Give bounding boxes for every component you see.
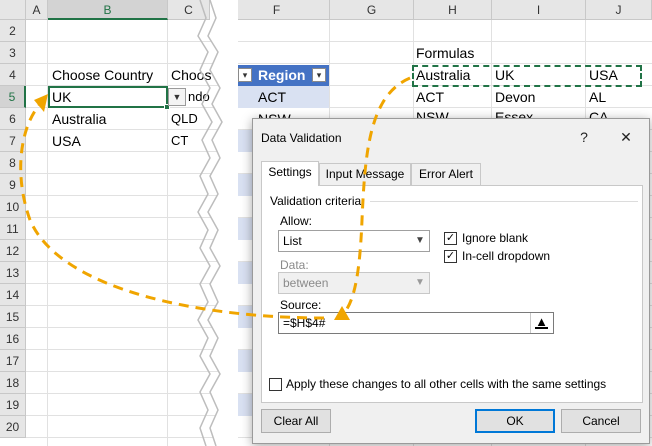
help-icon[interactable]: ? <box>571 125 597 149</box>
row-header[interactable]: 18 <box>0 372 26 394</box>
select-all-corner[interactable] <box>0 0 26 20</box>
in-cell-dropdown-label[interactable]: In-cell dropdown <box>462 249 550 263</box>
cell-h5[interactable]: ACT <box>416 86 444 108</box>
column-header-f[interactable]: F <box>224 0 330 20</box>
row-header[interactable]: 7 <box>0 130 26 152</box>
allow-select[interactable]: List ▼ <box>278 230 430 252</box>
data-validation-dialog: Data Validation ? ✕ Settings Input Messa… <box>252 118 650 444</box>
column-header-g[interactable]: G <box>330 0 414 20</box>
active-cell-b5[interactable]: UK <box>48 86 170 110</box>
row-header[interactable]: 3 <box>0 42 26 64</box>
chevron-down-icon: ▼ <box>415 235 425 246</box>
cell-b6[interactable]: Australia <box>52 108 106 130</box>
cell-f5[interactable]: ACT <box>258 86 286 108</box>
cell-c7[interactable]: CT <box>171 130 188 152</box>
torn-edge-divider <box>197 0 238 446</box>
row-header[interactable]: 10 <box>0 196 26 218</box>
row-header[interactable]: 17 <box>0 350 26 372</box>
ignore-blank-label[interactable]: Ignore blank <box>462 231 528 245</box>
row-header[interactable]: 16 <box>0 328 26 350</box>
apply-to-all-label[interactable]: Apply these changes to all other cells w… <box>286 377 606 391</box>
row-header[interactable]: 15 <box>0 306 26 328</box>
tab-error-alert[interactable]: Error Alert <box>411 163 481 185</box>
column-header-i[interactable]: I <box>492 0 586 20</box>
tab-input-message[interactable]: Input Message <box>319 163 411 185</box>
ok-button[interactable]: OK <box>475 409 555 433</box>
row-header[interactable]: 12 <box>0 240 26 262</box>
cell-c6[interactable]: QLD <box>171 108 198 130</box>
table-header-label: Region <box>258 67 306 83</box>
cell-b7[interactable]: USA <box>52 130 81 152</box>
settings-panel: Validation criteria Allow: List ▼ ✓ Igno… <box>261 185 643 403</box>
validation-criteria-label: Validation criteria <box>270 194 362 208</box>
column-header-b[interactable]: B <box>48 0 168 20</box>
row-header[interactable]: 19 <box>0 394 26 416</box>
cell-j4[interactable]: USA <box>589 64 618 86</box>
cell-b5-value: UK <box>52 89 72 105</box>
cell-i4[interactable]: UK <box>495 64 514 86</box>
clear-all-button[interactable]: Clear All <box>261 409 331 433</box>
ignore-blank-checkbox[interactable]: ✓ <box>444 232 457 245</box>
row-header-selected[interactable]: 5 <box>0 86 26 108</box>
row-header[interactable]: 9 <box>0 174 26 196</box>
collapse-range-glyph: ▲ <box>535 314 548 329</box>
column-header-h[interactable]: H <box>414 0 492 20</box>
close-icon[interactable]: ✕ <box>613 125 639 149</box>
cancel-button[interactable]: Cancel <box>561 409 641 433</box>
in-cell-dropdown-button[interactable]: ▼ <box>168 88 186 106</box>
row-header[interactable]: 6 <box>0 108 26 130</box>
allow-select-value: List <box>283 234 302 248</box>
dialog-title: Data Validation <box>261 131 342 145</box>
cell-j5[interactable]: AL <box>589 86 606 108</box>
data-select: between ▼ <box>278 272 430 294</box>
cell-b4[interactable]: Choose Country <box>52 64 153 86</box>
in-cell-dropdown-checkbox[interactable]: ✓ <box>444 250 457 263</box>
row-header[interactable]: 13 <box>0 262 26 284</box>
data-label: Data: <box>280 258 309 272</box>
row-header[interactable]: 20 <box>0 416 26 438</box>
arrowhead-dropdown <box>34 94 48 112</box>
apply-to-all-checkbox[interactable] <box>269 378 282 391</box>
column-header-a[interactable]: A <box>26 0 48 20</box>
column-header-j[interactable]: J <box>586 0 652 20</box>
row-header[interactable]: 2 <box>0 20 26 42</box>
cell-i5[interactable]: Devon <box>495 86 535 108</box>
source-label: Source: <box>280 298 322 312</box>
row-header[interactable]: 4 <box>0 64 26 86</box>
chevron-down-icon: ▼ <box>415 277 425 288</box>
table-header-region[interactable]: ▾ Region ▾ <box>236 65 329 86</box>
source-input[interactable]: =$H$4# <box>278 312 554 334</box>
sort-filter-icon[interactable]: ▾ <box>238 68 252 82</box>
filter-dropdown-icon[interactable]: ▾ <box>312 68 326 82</box>
row-header[interactable]: 14 <box>0 284 26 306</box>
row-header[interactable]: 11 <box>0 218 26 240</box>
data-select-value: between <box>283 276 329 290</box>
collapse-range-icon[interactable]: ▲ <box>530 313 552 333</box>
allow-label: Allow: <box>280 214 313 228</box>
row-header[interactable]: 8 <box>0 152 26 174</box>
cell-h3[interactable]: Formulas <box>416 42 474 64</box>
tab-settings[interactable]: Settings <box>261 161 319 186</box>
cell-h4[interactable]: Australia <box>416 64 470 86</box>
source-input-value: =$H$4# <box>283 316 326 330</box>
criteria-divider <box>370 201 638 202</box>
